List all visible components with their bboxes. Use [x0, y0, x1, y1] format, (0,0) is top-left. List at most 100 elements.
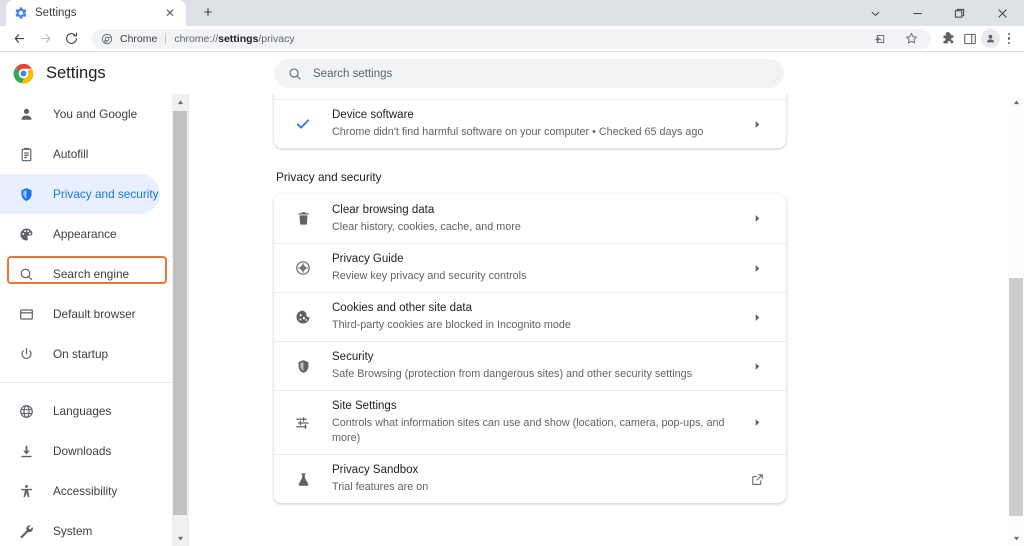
side-panel-icon[interactable] — [959, 28, 981, 50]
list-item-title: Privacy Guide — [332, 252, 744, 267]
list-item-cookies-and-other-site-data[interactable]: Cookies and other site data Third-party … — [274, 292, 786, 341]
check-icon — [274, 116, 332, 132]
omnibox-url: chrome://settings/privacy — [174, 33, 294, 45]
external-link-icon[interactable] — [744, 473, 770, 486]
window-controls — [854, 0, 1024, 26]
sidebar-item-label: Languages — [53, 404, 111, 418]
list-item-clear-browsing-data[interactable]: Clear browsing data Clear history, cooki… — [274, 194, 786, 243]
scroll-down-arrow-icon[interactable] — [172, 530, 188, 546]
sidebar-item-appearance[interactable]: Appearance — [0, 214, 172, 254]
forward-button[interactable] — [32, 26, 58, 52]
tab-strip: Settings ✕ + — [0, 0, 1024, 26]
clipboard-icon — [18, 146, 35, 163]
chevron-right-icon[interactable] — [744, 120, 770, 129]
list-item-title: Device software — [332, 108, 744, 123]
list-item-security[interactable]: Security Safe Browsing (protection from … — [274, 341, 786, 390]
sidebar-item-default-browser[interactable]: Default browser — [0, 294, 172, 334]
list-item-privacy-guide[interactable]: Privacy Guide Review key privacy and sec… — [274, 243, 786, 292]
list-item-privacy-sandbox[interactable]: Privacy Sandbox Trial features are on — [274, 454, 786, 503]
list-item-text: Security Safe Browsing (protection from … — [332, 350, 744, 382]
sidebar-item-label: Downloads — [53, 444, 111, 458]
main-scrollbar-thumb[interactable] — [1009, 278, 1023, 516]
sidebar-item-label: Search engine — [53, 267, 129, 281]
chevron-down-icon[interactable] — [854, 0, 896, 26]
person-icon — [18, 106, 35, 123]
shield-icon — [18, 186, 35, 203]
sidebar-item-accessibility[interactable]: Accessibility — [0, 471, 172, 511]
share-icon[interactable] — [869, 28, 891, 50]
sidebar-item-privacy-and-security[interactable]: Privacy and security — [0, 174, 160, 214]
list-item-subtitle: Review key privacy and security controls — [332, 269, 744, 284]
search-icon — [288, 67, 302, 81]
list-item-subtitle: Trial features are on — [332, 480, 744, 495]
omnibox-actions — [861, 28, 922, 50]
cookie-icon — [274, 309, 332, 325]
address-bar[interactable]: Chrome chrome://settings/privacy — [92, 29, 931, 49]
list-item-subtitle: Safe Browsing (protection from dangerous… — [332, 367, 744, 382]
list-item-title: Security — [332, 350, 744, 365]
sidebar-item-label: On startup — [53, 347, 108, 361]
chevron-right-icon[interactable] — [744, 313, 770, 322]
sidebar-item-you-and-google[interactable]: You and Google — [0, 94, 172, 134]
main-scrollbar[interactable] — [1008, 94, 1024, 546]
scroll-down-arrow-icon[interactable] — [1008, 530, 1024, 546]
page-title: Settings — [46, 64, 106, 83]
back-button[interactable] — [6, 26, 32, 52]
tab-settings[interactable]: Settings ✕ — [6, 0, 186, 26]
sidebar-item-label: Appearance — [53, 227, 117, 241]
bookmark-star-icon[interactable] — [900, 28, 922, 50]
browser-window-icon — [18, 306, 35, 323]
three-dot-menu-icon[interactable] — [1000, 28, 1018, 50]
settings-cards: Extensions You're protected from potenti… — [274, 94, 786, 503]
tab-title: Settings — [35, 7, 155, 19]
new-tab-button[interactable]: + — [195, 0, 221, 25]
list-item-title: Privacy Sandbox — [332, 463, 744, 478]
list-item-subtitle: Controls what information sites can use … — [332, 416, 744, 446]
sidebar-item-autofill[interactable]: Autofill — [0, 134, 172, 174]
settings-content: You and Google Autofill Privacy and secu… — [0, 94, 1024, 546]
chevron-right-icon[interactable] — [744, 418, 770, 427]
list-item-subtitle: Third-party cookies are blocked in Incog… — [332, 318, 744, 333]
sidebar-item-downloads[interactable]: Downloads — [0, 431, 172, 471]
list-item-site-settings[interactable]: Site Settings Controls what information … — [274, 390, 786, 454]
search-icon — [18, 266, 35, 283]
privacy-guide-icon — [274, 260, 332, 276]
list-item-subtitle: Clear history, cookies, cache, and more — [332, 220, 744, 235]
power-icon — [18, 346, 35, 363]
chrome-logo-icon — [13, 63, 34, 84]
chevron-right-icon[interactable] — [744, 362, 770, 371]
list-item-title: Clear browsing data — [332, 203, 744, 218]
sidebar-scrollbar-thumb[interactable] — [173, 111, 187, 515]
sidebar-item-search-engine[interactable]: Search engine — [0, 254, 172, 294]
profile-avatar-icon[interactable] — [981, 29, 1000, 48]
tab-close-icon[interactable]: ✕ — [162, 5, 178, 21]
scroll-up-arrow-icon[interactable] — [1008, 94, 1024, 110]
list-item-text: Clear browsing data Clear history, cooki… — [332, 203, 744, 235]
extensions-puzzle-icon[interactable] — [937, 28, 959, 50]
sidebar-item-system[interactable]: System — [0, 511, 172, 546]
chrome-logo-wrap — [0, 63, 46, 84]
sidebar-item-label: Autofill — [53, 147, 88, 161]
privacy-and-security-card: Clear browsing data Clear history, cooki… — [274, 194, 786, 503]
browser-window: Settings ✕ + — [0, 0, 1024, 546]
search-settings-box[interactable] — [274, 59, 784, 88]
sidebar-item-on-startup[interactable]: On startup — [0, 334, 172, 374]
settings-gear-icon — [14, 6, 28, 20]
sidebar-item-label: Default browser — [53, 307, 136, 321]
list-item[interactable]: Device software Chrome didn't find harmf… — [274, 99, 786, 148]
sliders-icon — [274, 415, 332, 431]
palette-icon — [18, 226, 35, 243]
list-item-text: Privacy Sandbox Trial features are on — [332, 463, 744, 495]
list-item-text: Site Settings Controls what information … — [332, 399, 744, 446]
sidebar-item-languages[interactable]: Languages — [0, 391, 172, 431]
close-icon[interactable] — [980, 0, 1024, 26]
restore-icon[interactable] — [938, 0, 980, 26]
scroll-up-arrow-icon[interactable] — [172, 94, 188, 110]
sidebar-scrollbar[interactable] — [172, 94, 188, 546]
search-input[interactable] — [313, 59, 770, 88]
reload-button[interactable] — [58, 26, 84, 52]
chevron-right-icon[interactable] — [744, 264, 770, 273]
chevron-right-icon[interactable] — [744, 214, 770, 223]
sidebar-item-label: Privacy and security — [53, 187, 159, 201]
minimize-icon[interactable] — [896, 0, 938, 26]
